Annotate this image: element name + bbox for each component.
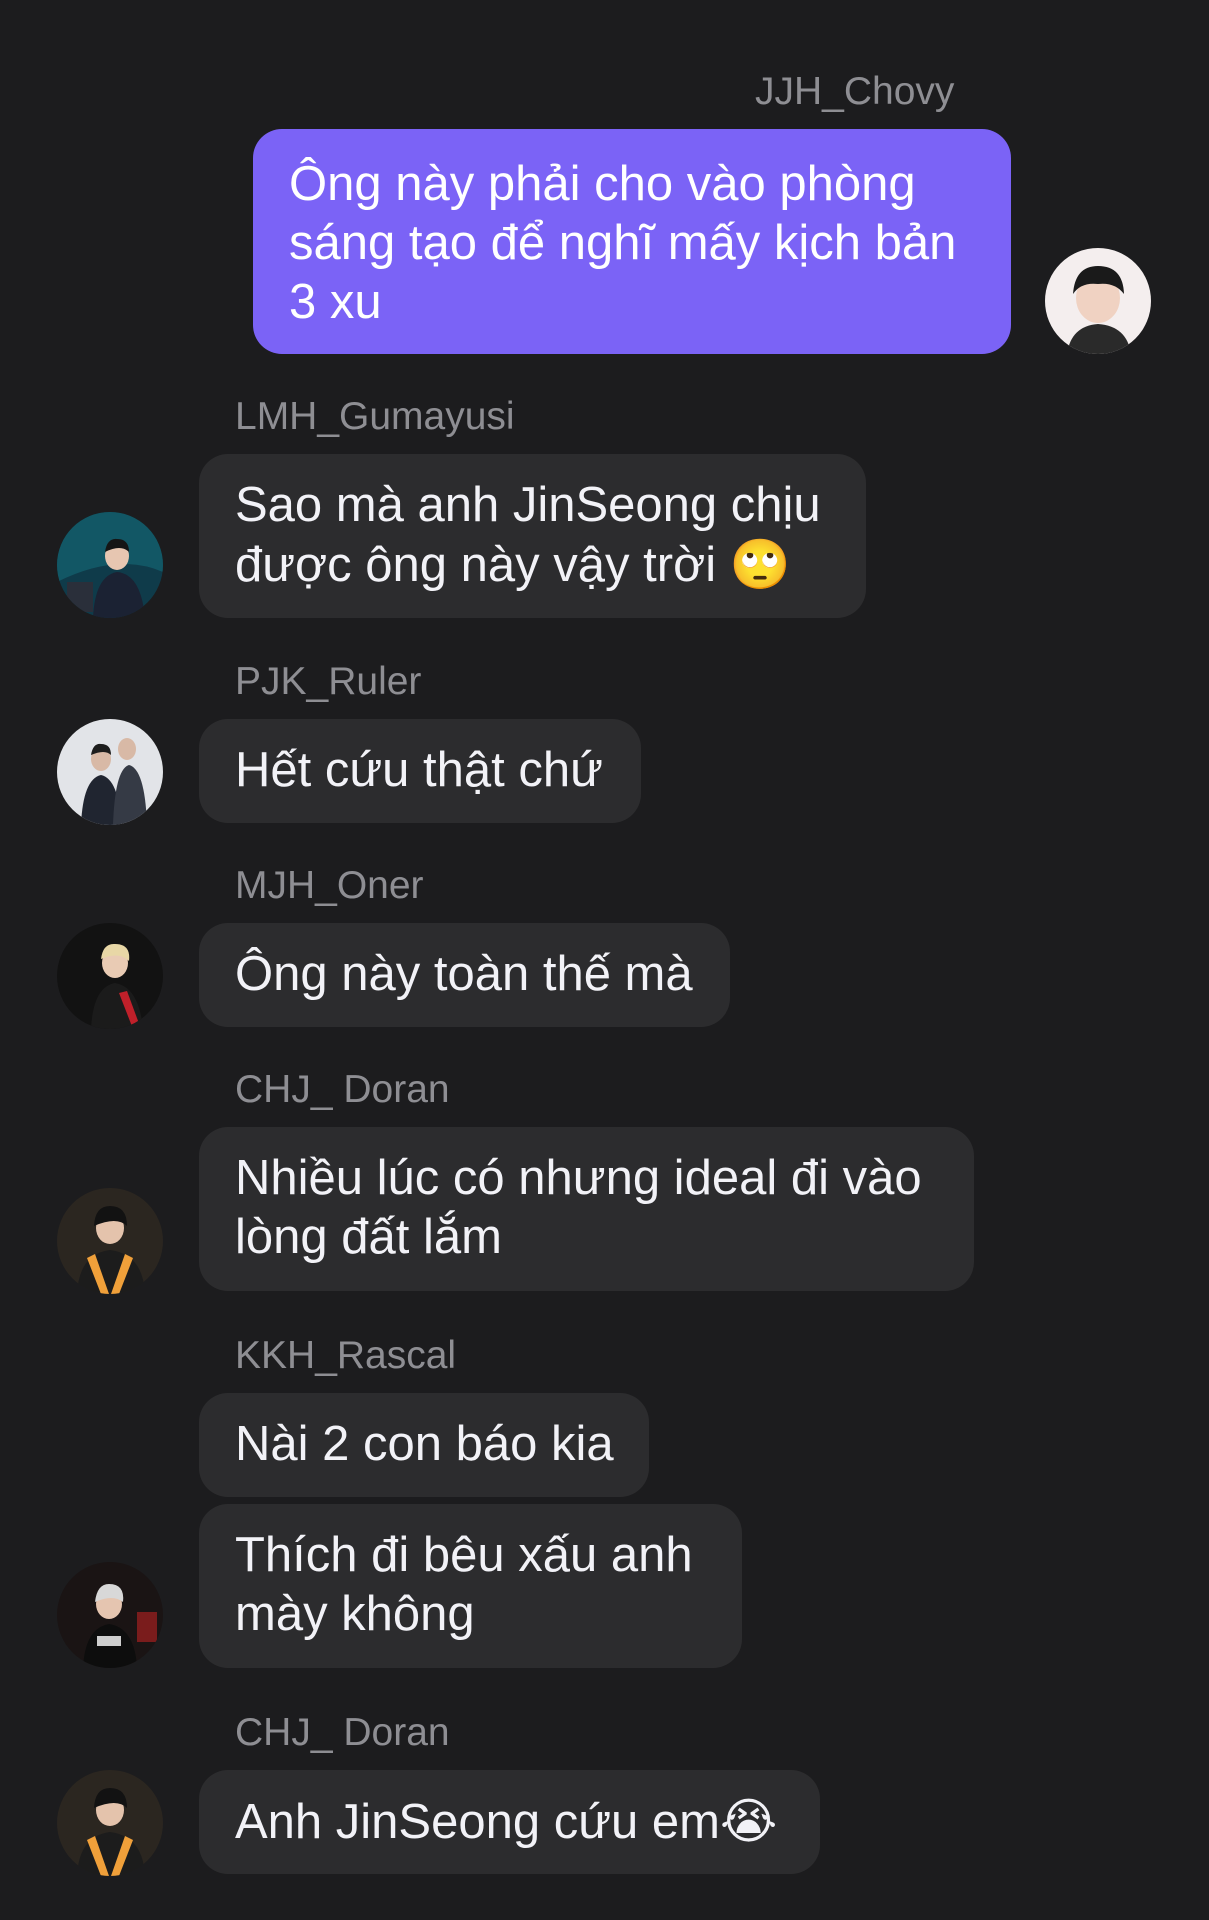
- sender-name: CHJ_ Doran: [235, 1068, 450, 1111]
- message-bubble[interactable]: Hết cứu thật chứ: [199, 719, 641, 823]
- sender-name: LMH_Gumayusi: [235, 395, 515, 438]
- message-line: Hết cứu thật chứ: [235, 743, 603, 797]
- message-line: Thích đi bêu xấu anh: [235, 1528, 693, 1582]
- face-with-rolling-eyes-icon: 🙄: [729, 536, 791, 593]
- message-bubble[interactable]: Ông này toàn thế mà: [199, 923, 730, 1027]
- sender-name: PJK_Ruler: [235, 660, 422, 703]
- sender-name: CHJ_ Doran: [235, 1711, 450, 1754]
- sender-name: MJH_Oner: [235, 864, 424, 907]
- message-line: mày không: [235, 1587, 475, 1641]
- avatar-chovy[interactable]: [1045, 248, 1151, 354]
- avatar-doran[interactable]: [57, 1770, 163, 1876]
- avatar-doran[interactable]: [57, 1188, 163, 1294]
- message-line: lòng đất lắm: [235, 1210, 502, 1264]
- sender-name: KKH_Rascal: [235, 1334, 457, 1377]
- message-line: Nhiều lúc có nhưng ideal đi vào: [235, 1151, 922, 1205]
- message-bubble[interactable]: Thích đi bêu xấu anh mày không: [199, 1504, 742, 1668]
- message-line: Sao mà anh JinSeong chịu: [235, 478, 821, 532]
- avatar-rascal[interactable]: [57, 1562, 163, 1668]
- message-line: được ông này vậy trời 🙄: [235, 536, 791, 593]
- avatar-ruler[interactable]: [57, 719, 163, 825]
- message-line: Ông này toàn thế mà: [235, 947, 693, 1001]
- message-bubble[interactable]: Nài 2 con báo kia: [199, 1393, 649, 1497]
- loudly-crying-face-icon: 😭: [719, 1793, 778, 1850]
- message-line: sáng tạo để nghĩ mấy kịch bản: [289, 216, 957, 270]
- message-bubble[interactable]: Anh JinSeong cứu em😭: [199, 1770, 820, 1874]
- message-line: Nài 2 con báo kia: [235, 1417, 614, 1471]
- message-line: Anh JinSeong cứu em😭: [235, 1793, 778, 1850]
- message-bubble[interactable]: Nhiều lúc có nhưng ideal đi vào lòng đất…: [199, 1127, 974, 1291]
- message-bubble-outgoing[interactable]: Ông này phải cho vào phòng sáng tạo để n…: [253, 129, 1011, 354]
- sender-name: JJH_Chovy: [755, 70, 955, 113]
- avatar-oner[interactable]: [57, 923, 163, 1029]
- avatar-gumayusi[interactable]: [57, 512, 163, 618]
- message-line: 3 xu: [289, 275, 382, 329]
- message-line: Ông này phải cho vào phòng: [289, 157, 916, 211]
- message-bubble[interactable]: Sao mà anh JinSeong chịu được ông này vậ…: [199, 454, 866, 618]
